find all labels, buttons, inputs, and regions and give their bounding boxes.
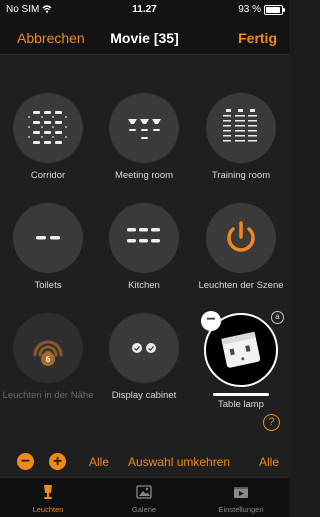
increase-button[interactable]: + <box>49 453 66 470</box>
tile-label: Display cabinet <box>111 390 177 401</box>
done-button[interactable]: Fertig <box>238 30 277 46</box>
spotlights-icon <box>128 119 161 139</box>
tile-kitchen[interactable]: Kitchen <box>96 203 192 291</box>
tile-label: Table lamp <box>218 399 264 410</box>
help-button[interactable]: ? <box>263 414 280 431</box>
tile-table-lamp[interactable]: − a Table lamp <box>193 311 289 410</box>
selected-tile-circle: − a <box>201 311 284 387</box>
tile-circle <box>13 203 83 273</box>
ceiling-lights-grid-icon <box>28 111 67 144</box>
tile-label: Toilets <box>34 280 62 291</box>
two-lights-icon <box>36 236 60 240</box>
selection-indicator <box>213 393 269 396</box>
tab-leuchten[interactable]: Leuchten <box>0 478 96 517</box>
tile-circle <box>206 93 276 163</box>
nearby-signal-icon: 6 <box>33 340 63 366</box>
tile-circle <box>206 203 276 273</box>
select-all-button-2[interactable]: Alle <box>259 455 279 469</box>
battery-icon <box>264 4 285 15</box>
tile-training-room[interactable]: Training room <box>193 93 289 181</box>
battery-indicator: 93 % <box>238 4 285 15</box>
selection-controls: − + Alle Auswahl umkehren Alle <box>0 452 289 474</box>
nearby-count-badge: 6 <box>46 355 51 364</box>
navigation-bar: Abbrechen Movie [35] Fertig <box>0 20 289 55</box>
tile-toilets[interactable]: Toilets <box>0 203 96 291</box>
settings-film-icon <box>234 487 248 498</box>
tab-label: Galerie <box>131 505 157 514</box>
tile-circle <box>109 313 179 383</box>
tile-scene-lights[interactable]: Leuchten der Szene <box>193 203 289 291</box>
tab-galerie[interactable]: Galerie <box>96 478 192 517</box>
tab-einstellungen[interactable]: Einstellungen <box>193 478 289 517</box>
tile-nearby-lights[interactable]: 6 Leuchten in der Nähe <box>0 313 96 401</box>
tile-display-cabinet[interactable]: Display cabinet <box>96 313 192 401</box>
light-rows-icon <box>223 109 257 142</box>
tile-label: Leuchten in der Nähe <box>2 390 94 401</box>
tile-label: Leuchten der Szene <box>198 280 284 291</box>
tile-circle <box>13 93 83 163</box>
tab-label: Einstellungen <box>218 505 264 514</box>
tab-bar: Leuchten Galerie Einstellungen <box>0 477 289 517</box>
lamp-icon <box>44 485 52 499</box>
tile-label: Kitchen <box>128 280 160 291</box>
tile-circle <box>109 93 179 163</box>
tile-label: Training room <box>211 170 271 181</box>
gallery-icon <box>136 485 152 499</box>
remove-selection-button[interactable]: − <box>201 311 221 331</box>
invert-selection-button[interactable]: Auswahl umkehren <box>128 455 230 469</box>
power-icon <box>227 221 255 252</box>
select-all-button[interactable]: Alle <box>89 455 109 469</box>
tab-label: Leuchten <box>32 505 64 514</box>
tile-circle: 6 <box>13 313 83 383</box>
status-bar: No SIM 11.27 93 % <box>0 0 289 20</box>
decrease-button[interactable]: − <box>17 453 34 470</box>
six-lights-icon <box>127 228 160 243</box>
tile-meeting-room[interactable]: Meeting room <box>96 93 192 181</box>
tile-label: Meeting room <box>114 170 174 181</box>
info-icon[interactable]: a <box>271 311 284 324</box>
tile-label: Corridor <box>30 170 66 181</box>
battery-percent: 93 % <box>238 4 261 15</box>
tile-corridor[interactable]: Corridor <box>0 93 96 181</box>
display-lamps-icon <box>132 343 156 353</box>
tile-circle <box>109 203 179 273</box>
